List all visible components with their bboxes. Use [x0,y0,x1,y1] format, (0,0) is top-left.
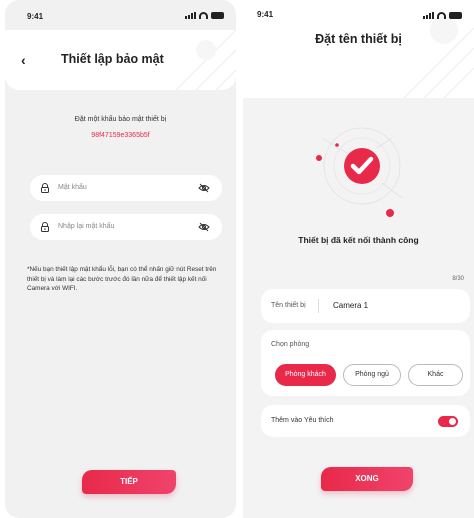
lock-icon [41,222,49,232]
wifi-icon [437,12,446,19]
page-title: Thiết lập bảo mật [61,52,164,66]
success-checkmark-icon [316,127,403,217]
password-placeholder: Mật khẩu [58,184,87,191]
field-separator [318,299,319,313]
signal-icon [185,12,196,19]
confirm-password-placeholder: Nhập lại mật khẩu [58,223,115,230]
status-icons [423,12,462,19]
device-name-field[interactable]: Tên thiết bị Camera 1 [261,289,470,323]
device-code: 98f47159e3365b5f [91,132,150,139]
header: ‹ Thiết lập bảo mật [5,30,236,90]
toggle-knob [449,418,456,425]
status-time: 9:41 [27,12,44,21]
battery-icon [449,12,462,19]
next-button[interactable]: TIẾP [82,470,176,494]
header-decoration [175,30,236,90]
status-bar: 9:41 [243,10,474,24]
screen-divider [236,0,243,518]
room-label: Chọn phòng [271,341,310,348]
lock-icon [41,183,49,193]
eye-off-icon[interactable] [198,222,210,232]
char-counter: 8/30 [452,276,464,282]
device-name-screen: 9:41 Đặt tên thiết bị Thiết bị đã kết nố… [243,0,474,518]
battery-icon [211,12,224,19]
status-time: 9:41 [257,10,274,19]
done-button[interactable]: XONG [321,467,413,491]
room-chip-other[interactable]: Khác [408,364,463,386]
room-chip-bedroom[interactable]: Phòng ngủ [343,364,401,386]
favorite-label: Thêm vào Yêu thích [271,417,334,424]
password-instruction: Đặt một khẩu bảo mật thiết bị [74,116,167,123]
success-message: Thiết bị đã kết nối thành công [298,235,419,245]
device-name-label: Tên thiết bị [271,302,306,309]
signal-icon [423,12,434,19]
device-name-input[interactable]: Camera 1 [333,301,368,310]
security-setup-screen: 9:41 ‹ Thiết lập bảo mật Đặt một khẩu bả… [5,0,236,518]
confirm-password-field[interactable]: Nhập lại mật khẩu [30,214,222,240]
reset-note: *Nếu bạn thiết lập mật khẩu lỗi, bạn có … [27,266,217,292]
wifi-icon [199,12,208,19]
page-title: Đặt tên thiết bị [315,32,402,46]
favorite-row: Thêm vào Yêu thích [261,405,470,437]
room-chip-living-room[interactable]: Phòng khách [275,364,336,386]
favorite-toggle[interactable] [438,416,458,427]
password-field[interactable]: Mật khẩu [30,175,222,201]
status-bar: 9:41 [5,10,236,24]
header: 9:41 Đặt tên thiết bị [243,0,474,98]
room-selector: Chọn phòng Phòng khách Phòng ngủ Khác [261,330,470,396]
status-icons [185,12,224,19]
eye-off-icon[interactable] [198,183,210,193]
back-arrow-icon[interactable]: ‹ [21,53,35,67]
